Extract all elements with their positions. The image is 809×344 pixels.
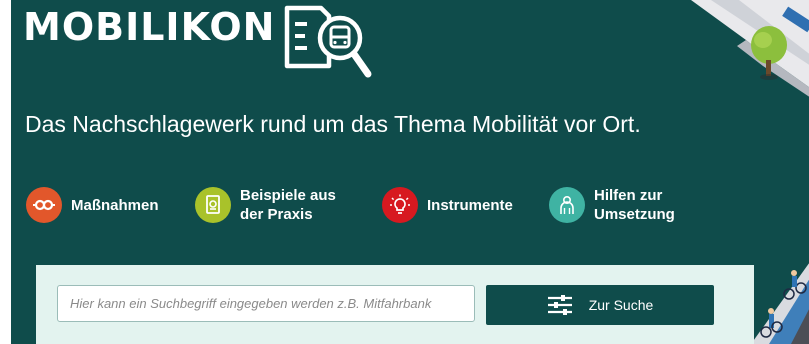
helper-icon [549, 187, 585, 223]
nav-item-beispiele[interactable]: Beispiele aus der Praxis [195, 186, 336, 224]
page-tagline: Das Nachschlagewerk rund um das Thema Mo… [25, 111, 641, 137]
document-search-bus-icon[interactable] [283, 4, 373, 80]
search-panel: Zur Suche [36, 265, 754, 344]
search-input[interactable] [57, 285, 475, 322]
lightbulb-icon [382, 187, 418, 223]
nav-item-massnahmen[interactable]: Maßnahmen [26, 187, 159, 223]
nav-label-beispiele: Beispiele aus der Praxis [240, 187, 336, 223]
nav-item-instrumente[interactable]: Instrumente [382, 187, 513, 223]
nav-label-massnahmen: Maßnahmen [71, 196, 159, 214]
search-button[interactable]: Zur Suche [486, 285, 714, 325]
filter-sliders-icon [547, 294, 573, 316]
site-logo-text[interactable]: MOBILIKON [23, 8, 275, 46]
hero-banner: MOBILIKON Das Nachschlagewerk rund um da… [11, 0, 809, 344]
gear-icon [26, 187, 62, 223]
nav-label-instrumente: Instrumente [427, 196, 513, 214]
document-icon [195, 187, 231, 223]
search-button-label: Zur Suche [588, 297, 654, 313]
